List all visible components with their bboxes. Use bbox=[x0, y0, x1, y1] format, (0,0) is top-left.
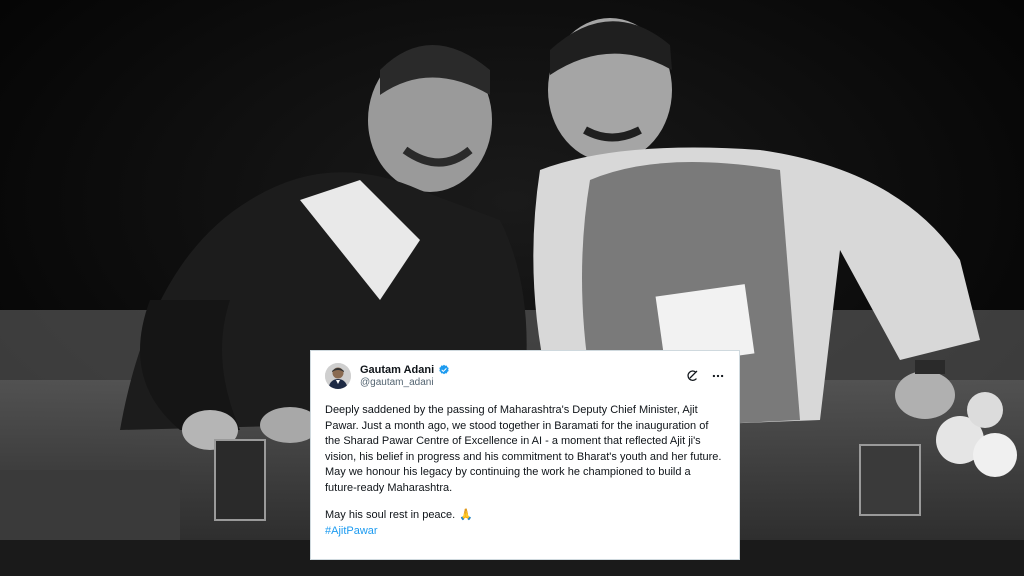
author-name-row: Gautam Adani bbox=[360, 364, 450, 377]
author-info: Gautam Adani @gautam_adani bbox=[360, 364, 450, 388]
tweet-card[interactable]: Gautam Adani @gautam_adani Deeply sadden… bbox=[310, 350, 740, 560]
tweet-header: Gautam Adani @gautam_adani bbox=[325, 359, 725, 393]
verified-badge-icon bbox=[438, 364, 450, 376]
tweet-text-closing: May his soul rest in peace. bbox=[325, 509, 456, 521]
tweet-body: Deeply saddened by the passing of Mahara… bbox=[325, 403, 725, 539]
tweet-text-paragraph-2: May his soul rest in peace. 🙏 bbox=[325, 508, 725, 524]
author-handle[interactable]: @gautam_adani bbox=[360, 377, 450, 389]
author-name[interactable]: Gautam Adani bbox=[360, 364, 434, 377]
more-icon[interactable] bbox=[711, 369, 725, 383]
grok-icon[interactable] bbox=[685, 369, 699, 383]
hashtag-link[interactable]: #AjitPawar bbox=[325, 525, 378, 537]
header-actions bbox=[685, 369, 725, 383]
news-image: Gautam Adani @gautam_adani Deeply sadden… bbox=[0, 0, 1024, 576]
tweet-text-paragraph-1: Deeply saddened by the passing of Mahara… bbox=[325, 404, 722, 494]
avatar-image bbox=[325, 363, 351, 389]
folded-hands-emoji: 🙏 bbox=[459, 509, 473, 521]
avatar[interactable] bbox=[325, 363, 351, 389]
